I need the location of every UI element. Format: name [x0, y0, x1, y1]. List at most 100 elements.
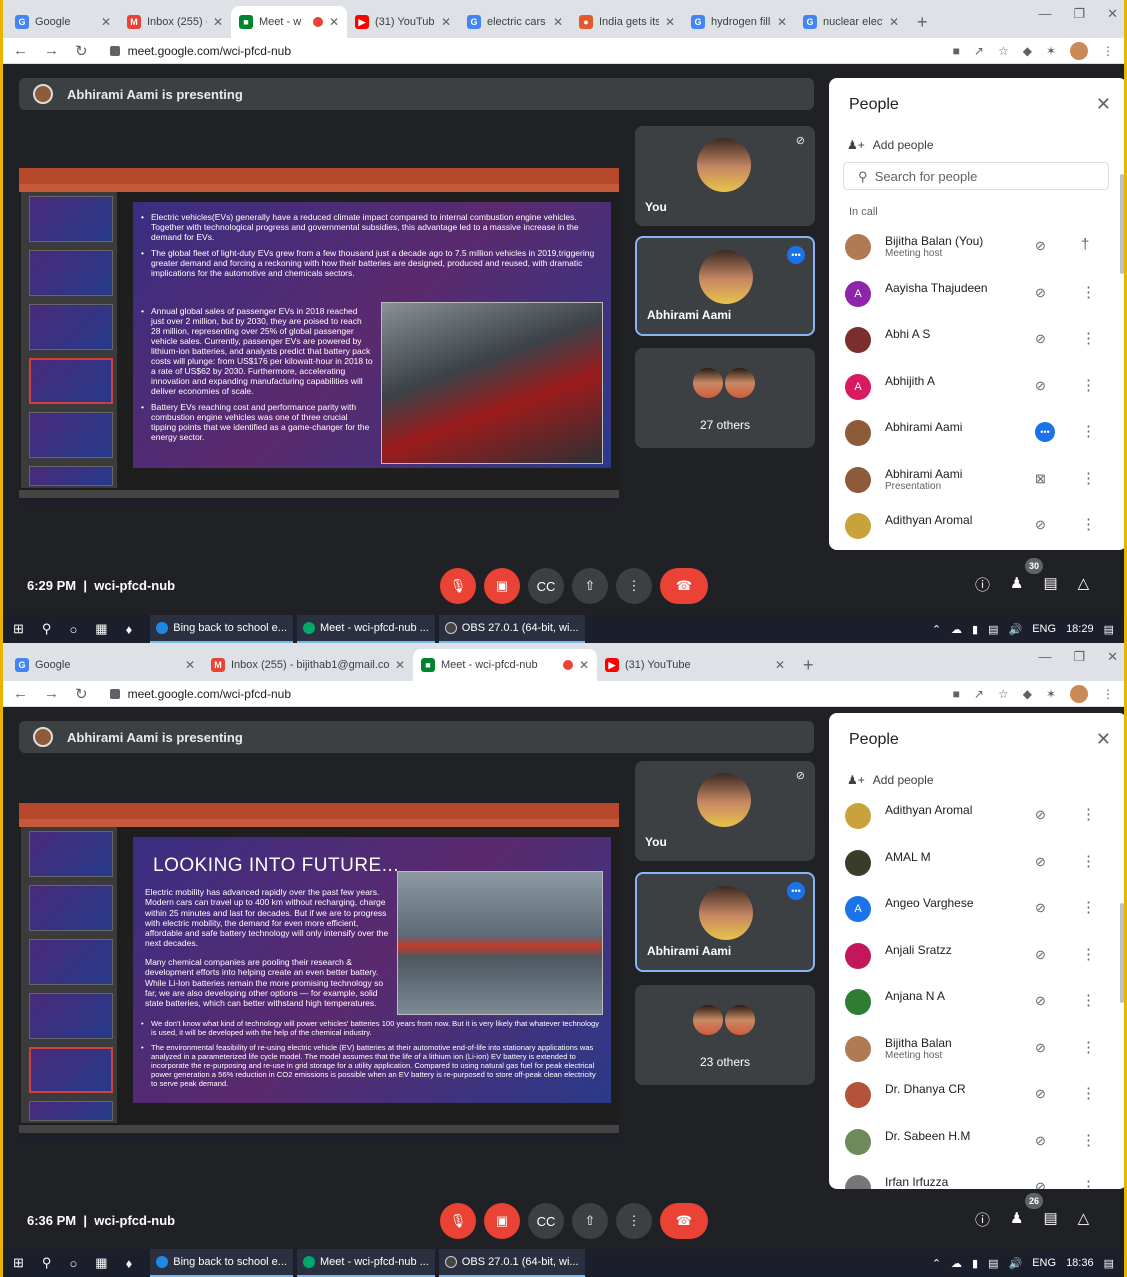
lock-icon[interactable] [109, 45, 120, 56]
cloud-icon[interactable]: ☁ [951, 623, 962, 636]
tile-you[interactable]: ⊘ You [635, 126, 815, 226]
mic-off-icon[interactable]: ⊘ [1035, 238, 1046, 254]
activities-icon[interactable]: △ [1078, 574, 1090, 595]
tab-close-icon[interactable]: ✕ [329, 15, 339, 29]
mic-off-icon[interactable]: ⊘ [1035, 1040, 1046, 1056]
tile-you[interactable]: ⊘ You [635, 761, 815, 861]
mic-off-icon[interactable]: ⊘ [1035, 331, 1046, 347]
chat-icon[interactable]: ▤ [1043, 574, 1057, 595]
network-icon[interactable]: ▤ [988, 623, 998, 636]
more-options-icon[interactable]: ⋮ [1081, 991, 1096, 1009]
leave-call-button[interactable]: ☎ [660, 568, 708, 604]
tray-chevron-icon[interactable]: ⌃ [932, 1257, 941, 1270]
bookmark-star-icon[interactable]: ☆ [998, 44, 1009, 58]
participant-row[interactable]: Irfan Irfuzza ⊘ ⋮ [829, 1165, 1124, 1189]
share-icon[interactable]: ↗ [974, 687, 984, 701]
cloud-icon[interactable]: ☁ [951, 1257, 962, 1270]
browser-tab[interactable]: Gnuclear electr ✕ [795, 6, 907, 38]
forward-icon[interactable]: → [44, 685, 59, 702]
more-options-icon[interactable]: ⋮ [1081, 852, 1096, 870]
network-icon[interactable]: ▤ [988, 1257, 998, 1270]
more-options-icon[interactable]: ⋮ [1081, 1084, 1096, 1102]
participant-row[interactable]: Bijitha Balan (You) Meeting host ⊘ † [829, 224, 1124, 270]
tray-chevron-icon[interactable]: ⌃ [932, 623, 941, 636]
browser-tab[interactable]: M Inbox (255) - bijithab1@gmail.co ✕ [203, 649, 413, 681]
mic-icon[interactable]: ▮ [972, 1257, 978, 1270]
search-icon[interactable]: ⚲ [42, 1255, 52, 1271]
restore-icon[interactable]: ❐ [1073, 6, 1085, 22]
profile-avatar[interactable] [1070, 41, 1088, 60]
volume-icon[interactable]: 🔊 [1009, 1257, 1023, 1270]
cortana-icon[interactable]: ○ [69, 622, 77, 637]
lock-icon[interactable] [109, 688, 120, 699]
task-view-icon[interactable]: ▦ [95, 1255, 107, 1271]
more-options-button[interactable]: ⋮ [616, 1203, 652, 1239]
taskbar-app-edge[interactable]: Bing back to school e... [150, 1249, 293, 1277]
participant-row[interactable]: Abhi A S ⊘ ⋮ [829, 317, 1124, 363]
mic-off-icon[interactable]: ⊘ [1035, 1086, 1046, 1102]
window-controls[interactable]: — ❐ ✕ [1038, 649, 1118, 665]
more-options-icon[interactable]: ⋮ [1081, 329, 1096, 347]
profile-avatar[interactable] [1070, 684, 1088, 703]
browser-tab[interactable]: M Inbox (255) - ✕ [119, 6, 231, 38]
participant-row[interactable]: Adithyan Aromal ⊘ ⋮ [829, 503, 1124, 549]
mic-toggle-button[interactable]: 🎙 [440, 1203, 476, 1239]
close-icon[interactable]: ✕ [1096, 729, 1111, 750]
taskbar-app-meet[interactable]: Meet - wci-pfcd-nub ... [296, 1249, 435, 1277]
more-options-icon[interactable]: ⋮ [1081, 469, 1096, 487]
puzzle-icon[interactable]: ✶ [1046, 687, 1056, 701]
tab-close-icon[interactable]: ✕ [213, 15, 223, 29]
new-tab-button[interactable]: + [793, 649, 824, 681]
kebab-menu-icon[interactable]: ⋮ [1102, 44, 1114, 58]
more-options-icon[interactable]: ⋮ [1081, 1038, 1096, 1056]
speaking-icon[interactable]: ••• [1035, 422, 1055, 442]
tile-others[interactable]: 23 others [635, 985, 815, 1085]
browser-tab[interactable]: ■ Meet - w ✕ [231, 6, 347, 38]
tile-presenter[interactable]: ••• Abhirami Aami [635, 236, 815, 336]
back-icon[interactable]: ← [13, 685, 28, 702]
browser-tab[interactable]: Gelectric cars i ✕ [459, 6, 571, 38]
tile-presenter[interactable]: ••• Abhirami Aami [635, 872, 815, 972]
back-icon[interactable]: ← [13, 42, 28, 59]
add-people-button[interactable]: ♟+ Add people [847, 138, 934, 152]
taskbar-app-obs[interactable]: OBS 27.0.1 (64-bit, wi... [438, 1249, 585, 1277]
reload-icon[interactable]: ↻ [75, 685, 88, 703]
tab-close-icon[interactable]: ✕ [889, 15, 899, 29]
reload-icon[interactable]: ↻ [75, 42, 88, 60]
notifications-icon[interactable]: ▤ [1104, 623, 1114, 636]
mic-off-icon[interactable]: ⊘ [1035, 1179, 1046, 1189]
search-people-input[interactable]: ⚲ Search for people [843, 162, 1109, 190]
tab-close-icon[interactable]: ✕ [441, 15, 451, 29]
people-icon[interactable]: ♟ [1010, 1209, 1023, 1230]
browser-tab[interactable]: ● India gets its ✕ [571, 6, 683, 38]
more-options-icon[interactable]: ⋮ [1081, 898, 1096, 916]
close-icon[interactable]: ✕ [1096, 94, 1111, 115]
scrollbar[interactable] [1120, 174, 1124, 274]
camera-toggle-button[interactable]: ▣ [484, 1203, 520, 1239]
tab-close-icon[interactable]: ✕ [665, 15, 675, 29]
bookmark-star-icon[interactable]: ☆ [998, 687, 1009, 701]
participant-row[interactable]: A Angeo Varghese ⊘ ⋮ [829, 886, 1124, 932]
more-options-button[interactable]: ⋮ [616, 568, 652, 604]
participant-row[interactable]: Dr. Dhanya CR ⊘ ⋮ [829, 1072, 1124, 1118]
participant-row[interactable]: A Aayisha Thajudeen ⊘ ⋮ [829, 271, 1124, 317]
add-people-button[interactable]: ♟+ Add people [847, 773, 934, 787]
taskbar-clock[interactable]: 18:36 [1066, 1257, 1094, 1269]
tab-close-icon[interactable]: ✕ [185, 658, 195, 672]
browser-tab[interactable]: ▶ (31) YouTube ✕ [347, 6, 459, 38]
taskbar-app-meet[interactable]: Meet - wci-pfcd-nub ... [296, 615, 435, 643]
kebab-menu-icon[interactable]: ⋮ [1102, 687, 1114, 701]
activities-icon[interactable]: △ [1078, 1209, 1090, 1230]
url-text[interactable]: meet.google.com/wci-pfcd-nub [128, 44, 953, 58]
participant-row[interactable]: Dr. Sabeen H.M ⊘ ⋮ [829, 1119, 1124, 1165]
camera-icon[interactable]: ■ [953, 44, 960, 58]
close-window-icon[interactable]: ✕ [1107, 649, 1118, 665]
more-options-icon[interactable]: ⋮ [1081, 283, 1096, 301]
window-controls[interactable]: — ❐ ✕ [1038, 6, 1118, 22]
leave-call-button[interactable]: ☎ [660, 1203, 708, 1239]
present-button[interactable]: ⇧ [572, 568, 608, 604]
participant-row[interactable]: A Abhijith A ⊘ ⋮ [829, 364, 1124, 410]
mic-off-icon[interactable]: ⊘ [1035, 1133, 1046, 1149]
more-options-icon[interactable]: ⋮ [1081, 515, 1096, 533]
tile-others[interactable]: 27 others [635, 348, 815, 448]
